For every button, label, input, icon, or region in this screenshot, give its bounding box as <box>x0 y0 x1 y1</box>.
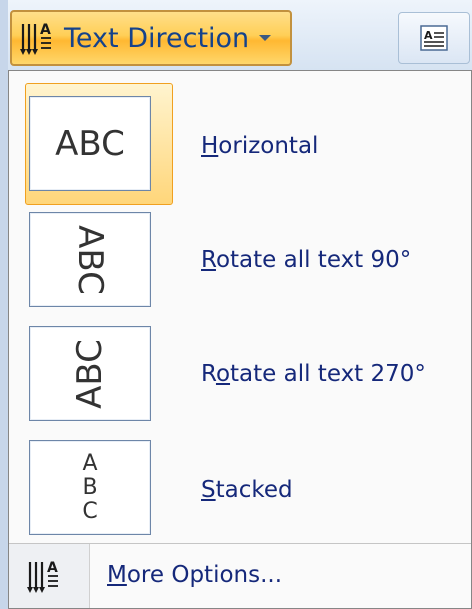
horizontal-thumbnail: ABC <box>29 96 151 191</box>
menu-item-horizontal[interactable]: ABC Horizontal <box>9 71 471 205</box>
text-direction-button[interactable]: A Text Direction <box>10 10 292 66</box>
menu-item-label: Rotate all text 270° <box>201 361 426 387</box>
stacked-letters: A B C <box>30 441 150 534</box>
stacked-letter: B <box>82 474 98 500</box>
svg-text:A: A <box>40 22 51 38</box>
more-options-label: More Options... <box>107 562 283 588</box>
text-box-button[interactable]: A <box>398 12 470 64</box>
menu-item-rotate-90[interactable]: ABC Rotate all text 90° <box>9 202 471 315</box>
stacked-letter: A <box>82 450 98 476</box>
stacked-letter: C <box>82 498 98 524</box>
more-options-item[interactable]: A More Options... <box>9 544 471 608</box>
thumbnail-text: ABC <box>55 123 125 164</box>
menu-item-label: Rotate all text 90° <box>201 247 412 273</box>
thumbnail-text: ABC <box>70 338 110 409</box>
text-direction-icon: A <box>27 560 58 593</box>
chevron-down-icon <box>259 35 272 41</box>
svg-text:A: A <box>424 29 433 42</box>
menu-item-rotate-270[interactable]: ABC Rotate all text 270° <box>9 316 471 429</box>
thumbnail-text: ABC <box>70 224 110 295</box>
rotate-270-thumbnail: ABC <box>29 326 151 421</box>
menu-item-label: Stacked <box>201 477 293 503</box>
stacked-thumbnail: A B C <box>29 440 151 535</box>
text-box-icon: A <box>420 25 448 51</box>
menu-item-stacked[interactable]: A B C Stacked <box>9 429 471 542</box>
menu-item-label: Horizontal <box>201 133 319 159</box>
text-direction-label: Text Direction <box>64 22 250 54</box>
text-direction-menu: ABC Horizontal ABC Rotate all text 90° A… <box>8 70 472 609</box>
text-direction-icon: A <box>20 22 51 55</box>
ribbon-edge <box>0 0 8 609</box>
svg-text:A: A <box>47 560 58 576</box>
rotate-90-thumbnail: ABC <box>29 212 151 307</box>
